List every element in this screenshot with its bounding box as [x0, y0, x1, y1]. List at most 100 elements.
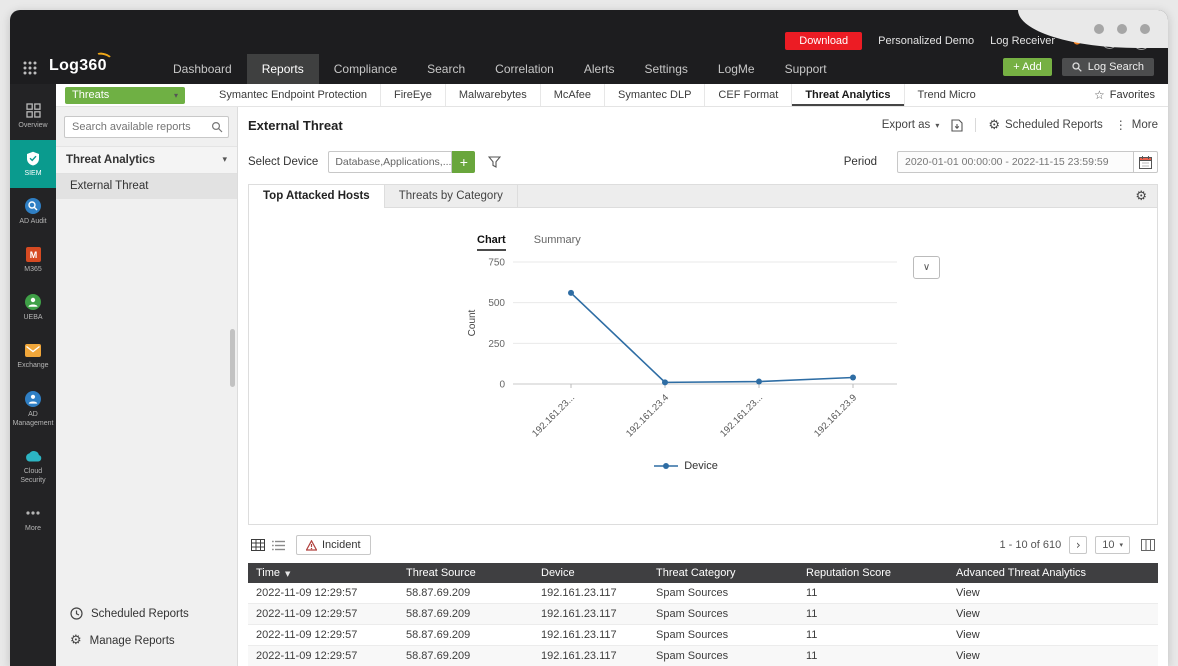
filter-icon[interactable] [488, 156, 502, 168]
nav-logme[interactable]: LogMe [703, 54, 770, 84]
ad-management-icon [25, 390, 41, 407]
chart-panel: Chart Summary ∨ 0 250 500 750 192.161.23... 19… [249, 208, 1157, 524]
dots-vertical-icon: ⋮ [1114, 118, 1127, 132]
export-as-button[interactable]: Export as ▾ [882, 119, 940, 131]
period-input[interactable]: 2020-01-01 00:00:00 - 2022-11-15 23:59:5… [897, 151, 1134, 173]
tab-threats-by-category[interactable]: Threats by Category [385, 185, 518, 207]
rail-item-ad-audit[interactable]: AD Audit [10, 188, 56, 236]
tab-top-attacked-hosts[interactable]: Top Attacked Hosts [249, 185, 385, 208]
table-row[interactable]: 2022-11-09 12:29:57 58.87.69.209 192.161.2… [248, 603, 1158, 625]
col-header-time[interactable]: Time ▼ [248, 563, 398, 583]
vendor-tab-bar: Threats ▾ Symantec Endpoint Protection Fi… [56, 84, 1168, 107]
chart-legend[interactable]: Device [461, 460, 911, 472]
svg-text:192.161.23.4: 192.161.23.4 [624, 392, 671, 439]
table-row[interactable]: 2022-11-09 12:29:57 58.87.69.209 192.161.2… [248, 624, 1158, 646]
rail-item-m365[interactable]: M M365 [10, 236, 56, 284]
svg-text:192.161.23...: 192.161.23... [530, 392, 577, 439]
view-link[interactable]: View [956, 650, 980, 662]
app-window: Log360 Download Personalized Demo Log Re… [10, 10, 1168, 666]
vendor-tab-fireeye[interactable]: FireEye [381, 84, 446, 106]
grid-view-button[interactable] [248, 536, 268, 554]
rail-label: AD Audit [19, 218, 47, 226]
rail-label: UEBA [23, 314, 43, 322]
view-link[interactable]: View [956, 608, 980, 620]
add-device-button[interactable]: + [452, 151, 476, 173]
rail-item-siem[interactable]: SIEM [10, 140, 56, 189]
nav-reports[interactable]: Reports [246, 54, 319, 84]
col-header-device[interactable]: Device [533, 563, 648, 583]
scheduled-reports-button[interactable]: ⚙ Scheduled Reports [988, 119, 1102, 132]
nav-dashboard[interactable]: Dashboard [158, 54, 247, 84]
scheduled-reports-link[interactable]: Scheduled Reports [56, 600, 237, 627]
rail-item-ad-management[interactable]: AD Management [10, 381, 56, 438]
col-header-label: Advanced Threat Analytics [956, 567, 1087, 579]
nav-search[interactable]: Search [412, 54, 480, 84]
table-row[interactable]: 2022-11-09 12:29:57 58.87.69.209 192.161.2… [248, 645, 1158, 666]
log360-logo: Log360 [49, 51, 113, 75]
add-button[interactable]: + Add [1003, 58, 1052, 76]
vendor-tab-cef-format[interactable]: CEF Format [705, 84, 793, 106]
column-chooser-button[interactable] [1138, 536, 1158, 554]
nav-settings[interactable]: Settings [630, 54, 703, 84]
panel-settings-gear-icon[interactable]: ⚙ [1135, 190, 1157, 203]
col-header-threat-category[interactable]: Threat Category [648, 563, 798, 583]
select-device-label: Select Device [248, 156, 319, 168]
report-item-external-threat[interactable]: External Threat [56, 174, 237, 199]
more-dots-icon [26, 505, 40, 521]
chart-options-dropdown[interactable]: ∨ [913, 256, 940, 279]
vendor-tabs: Symantec Endpoint Protection FireEye Malwa… [206, 84, 989, 106]
personalized-demo-link[interactable]: Personalized Demo [878, 35, 974, 47]
clock-icon [70, 607, 83, 620]
page-size-select[interactable]: 10 ▾ [1095, 536, 1130, 554]
col-header-threat-source[interactable]: Threat Source [398, 563, 533, 583]
log-receiver-link[interactable]: Log Receiver [990, 35, 1055, 47]
export-icon[interactable] [951, 118, 963, 132]
window-control-dot [1117, 24, 1127, 34]
more-button[interactable]: ⋮ More [1115, 119, 1158, 131]
vendor-tab-threat-analytics[interactable]: Threat Analytics [792, 84, 905, 106]
nav-alerts[interactable]: Alerts [569, 54, 630, 84]
download-button[interactable]: Download [785, 32, 863, 50]
sidebar-scrollbar[interactable] [230, 329, 235, 387]
vendor-tab-symantec-dlp[interactable]: Symantec DLP [605, 84, 706, 106]
vendor-tab-malwarebytes[interactable]: Malwarebytes [446, 84, 541, 106]
nav-correlation[interactable]: Correlation [480, 54, 569, 84]
vendor-tab-mcafee[interactable]: McAfee [541, 84, 606, 106]
report-search-input[interactable] [64, 116, 229, 138]
calendar-icon [1139, 155, 1152, 169]
vendor-tab-trend-micro[interactable]: Trend Micro [905, 84, 989, 106]
next-page-button[interactable]: › [1069, 536, 1088, 554]
rail-item-cloud-security[interactable]: Cloud Security [10, 438, 56, 495]
app-rail: Overview SIEM AD Audit M M365 UEBA Exchange AD … [10, 84, 56, 666]
view-tab-summary[interactable]: Summary [534, 234, 581, 251]
rail-item-exchange[interactable]: Exchange [10, 332, 56, 380]
nav-support[interactable]: Support [770, 54, 842, 84]
table-row[interactable]: 2022-11-09 12:29:57 58.87.69.209 192.161.2… [248, 583, 1158, 604]
col-header-advanced-threat-analytics[interactable]: Advanced Threat Analytics [948, 563, 1158, 583]
app-grid-icon[interactable] [23, 61, 37, 75]
rail-item-more[interactable]: More [10, 495, 56, 543]
svg-text:0: 0 [499, 380, 505, 391]
sort-desc-icon[interactable]: ▼ [285, 570, 290, 578]
nav-compliance[interactable]: Compliance [319, 54, 412, 84]
vendor-tab-symantec-endpoint-protection[interactable]: Symantec Endpoint Protection [206, 84, 381, 106]
log-search-button[interactable]: Log Search [1061, 58, 1154, 76]
view-link[interactable]: View [956, 629, 980, 641]
page-title: External Threat [248, 117, 343, 133]
rail-item-ueba[interactable]: UEBA [10, 284, 56, 332]
favorites-button[interactable]: ☆ Favorites [1094, 88, 1168, 102]
legend-label: Device [684, 460, 718, 472]
window-control-dot [1140, 24, 1150, 34]
col-header-reputation-score[interactable]: Reputation Score [798, 563, 948, 583]
rail-item-overview[interactable]: Overview [10, 92, 56, 140]
list-view-button[interactable] [268, 536, 288, 554]
report-category-dropdown[interactable]: Threats ▾ [65, 86, 185, 104]
manage-reports-link[interactable]: ⚙ Manage Reports [56, 627, 237, 654]
view-tab-chart[interactable]: Chart [477, 234, 506, 251]
report-group-threat-analytics[interactable]: Threat Analytics ▾ [56, 146, 237, 174]
calendar-button[interactable] [1134, 151, 1158, 173]
rail-label: Exchange [17, 362, 49, 370]
view-link[interactable]: View [956, 587, 980, 599]
device-input[interactable]: Database,Applications,... [328, 151, 453, 173]
incident-button[interactable]: Incident [296, 535, 371, 555]
